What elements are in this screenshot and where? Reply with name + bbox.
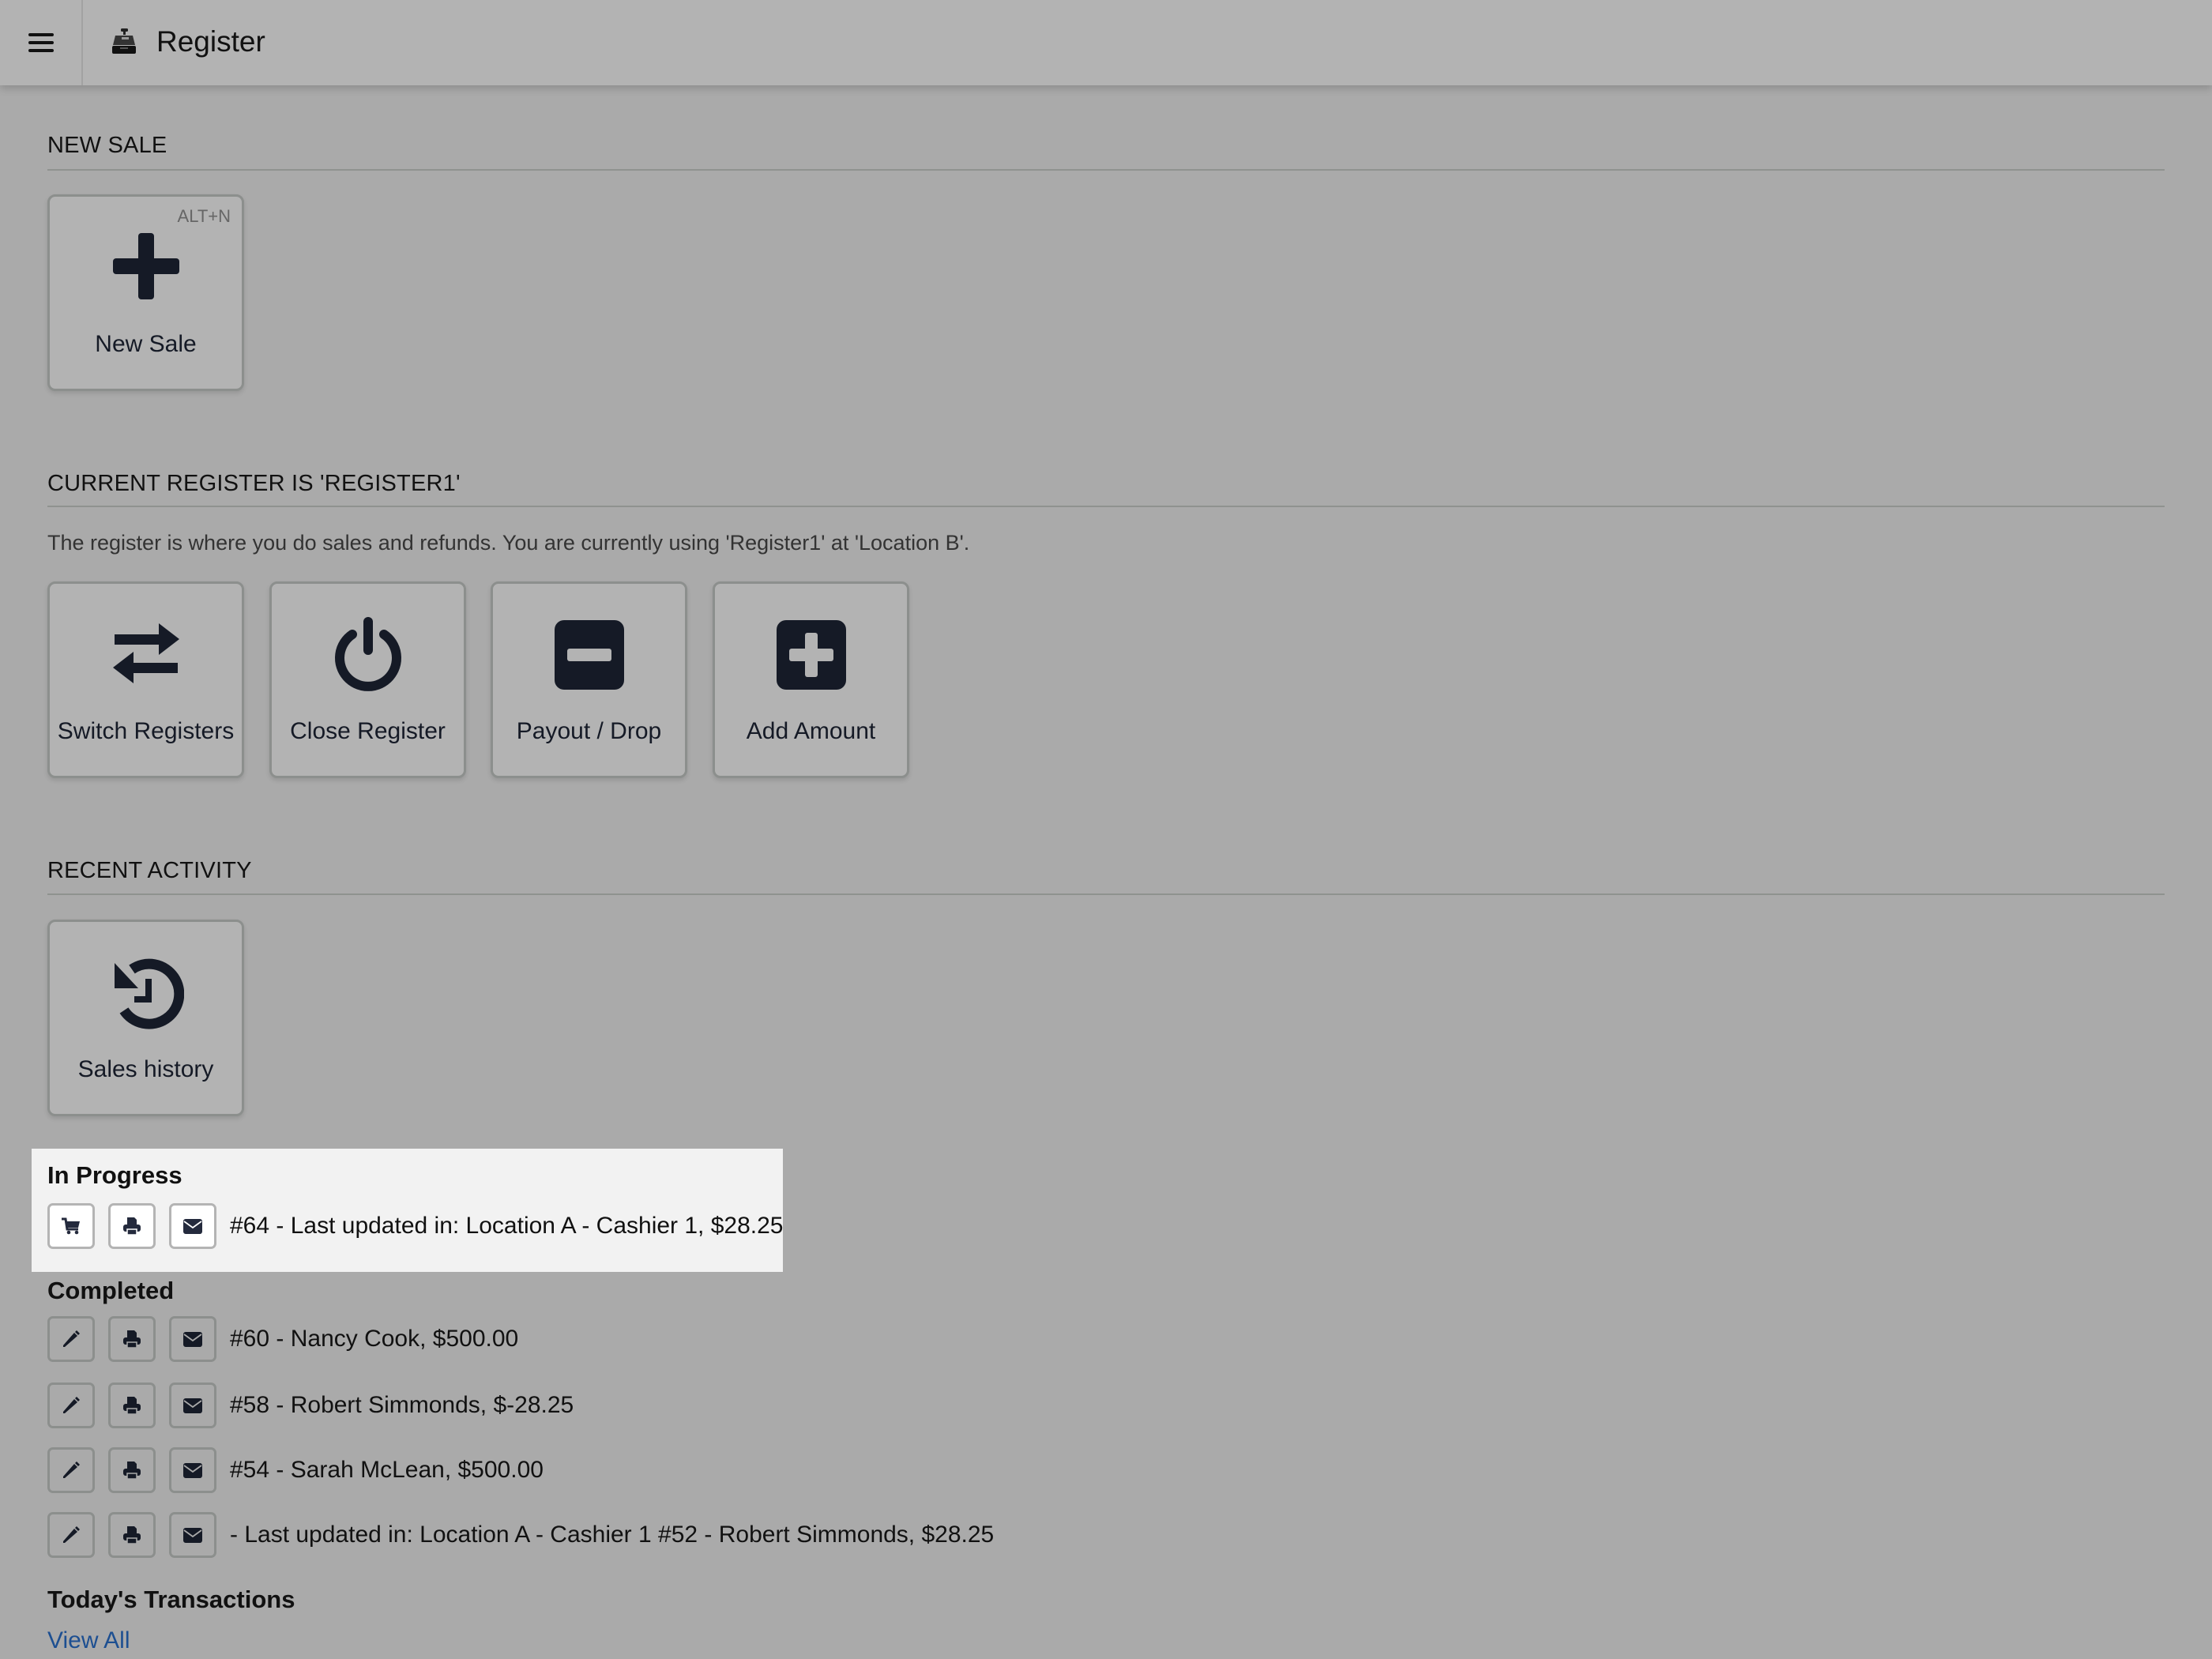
cart-icon	[62, 1217, 80, 1235]
email-receipt-button[interactable]	[169, 1316, 216, 1362]
history-icon	[114, 958, 184, 1029]
section-divider	[47, 893, 2165, 895]
completed-item: #58 - Robert Simmonds, $-28.25	[47, 1382, 574, 1429]
print-icon	[123, 1330, 141, 1349]
print-receipt-button[interactable]	[108, 1447, 156, 1493]
print-receipt-button[interactable]	[108, 1203, 156, 1249]
tile-label: Payout / Drop	[516, 718, 662, 744]
completed-heading: Completed	[47, 1277, 175, 1304]
email-receipt-button[interactable]	[169, 1203, 216, 1249]
print-receipt-button[interactable]	[108, 1316, 156, 1362]
email-icon	[183, 1528, 202, 1543]
add-amount-button[interactable]: Add Amount	[713, 581, 909, 778]
print-icon	[123, 1397, 141, 1415]
print-receipt-button[interactable]	[108, 1382, 156, 1428]
print-icon	[123, 1217, 141, 1236]
in-progress-item: #64 - Last updated in: Location A - Cash…	[47, 1202, 784, 1250]
shortcut-hint: ALT+N	[177, 206, 231, 226]
cash-register-icon	[112, 28, 136, 54]
new-sale-button[interactable]: ALT+N New Sale	[47, 194, 244, 391]
tile-label: Sales history	[77, 1056, 214, 1082]
email-icon	[183, 1332, 202, 1347]
close-register-button[interactable]: Close Register	[269, 581, 466, 778]
menu-button[interactable]	[0, 0, 83, 85]
edit-sale-button[interactable]	[47, 1316, 95, 1362]
section-divider	[47, 169, 2165, 171]
edit-icon	[63, 1526, 80, 1543]
edit-sale-button[interactable]	[47, 1512, 95, 1558]
email-receipt-button[interactable]	[169, 1382, 216, 1428]
email-icon	[183, 1219, 202, 1234]
completed-item: #60 - Nancy Cook, $500.00	[47, 1315, 518, 1363]
print-icon	[123, 1526, 141, 1544]
top-bar: Register	[0, 0, 2212, 85]
sales-history-button[interactable]: Sales history	[47, 920, 244, 1116]
email-receipt-button[interactable]	[169, 1512, 216, 1558]
tile-label: Switch Registers	[57, 718, 235, 744]
edit-icon	[63, 1462, 80, 1478]
sale-summary: #54 - Sarah McLean, $500.00	[230, 1457, 544, 1483]
page-title: Register	[156, 25, 265, 58]
current-register-heading: CURRENT REGISTER IS 'REGISTER1'	[47, 471, 461, 496]
recent-activity-heading: RECENT ACTIVITY	[47, 858, 252, 883]
tile-label: Add Amount	[746, 718, 876, 744]
sale-summary: #60 - Nancy Cook, $500.00	[230, 1326, 519, 1352]
edit-sale-button[interactable]	[47, 1382, 95, 1428]
payout-drop-button[interactable]: Payout / Drop	[491, 581, 687, 778]
todays-transactions-heading: Today's Transactions	[47, 1586, 295, 1613]
email-icon	[183, 1463, 202, 1478]
view-all-link[interactable]: View All	[47, 1627, 130, 1654]
exchange-arrows-icon	[112, 623, 179, 683]
plus-icon	[112, 233, 179, 299]
email-icon	[183, 1398, 202, 1413]
sale-summary: #58 - Robert Simmonds, $-28.25	[230, 1392, 574, 1418]
resume-sale-button[interactable]	[47, 1203, 95, 1249]
new-sale-heading: NEW SALE	[47, 133, 167, 158]
register-description: The register is where you do sales and r…	[47, 531, 970, 555]
edit-icon	[63, 1330, 80, 1347]
sale-summary: #64 - Last updated in: Location A - Cash…	[230, 1213, 784, 1239]
minus-square-icon	[554, 620, 624, 690]
tile-label: Close Register	[290, 718, 446, 744]
email-receipt-button[interactable]	[169, 1447, 216, 1493]
print-icon	[123, 1462, 141, 1480]
print-receipt-button[interactable]	[108, 1512, 156, 1558]
tile-label: New Sale	[95, 331, 197, 357]
plus-square-icon	[776, 620, 846, 690]
completed-item: #54 - Sarah McLean, $500.00	[47, 1446, 544, 1494]
completed-item: - Last updated in: Location A - Cashier …	[47, 1511, 994, 1559]
section-divider	[47, 506, 2165, 507]
switch-registers-button[interactable]: Switch Registers	[47, 581, 244, 778]
edit-icon	[63, 1397, 80, 1413]
power-icon	[334, 617, 401, 691]
sale-summary: - Last updated in: Location A - Cashier …	[230, 1522, 995, 1548]
in-progress-heading: In Progress	[47, 1161, 182, 1189]
hamburger-icon	[28, 33, 54, 52]
edit-sale-button[interactable]	[47, 1447, 95, 1493]
